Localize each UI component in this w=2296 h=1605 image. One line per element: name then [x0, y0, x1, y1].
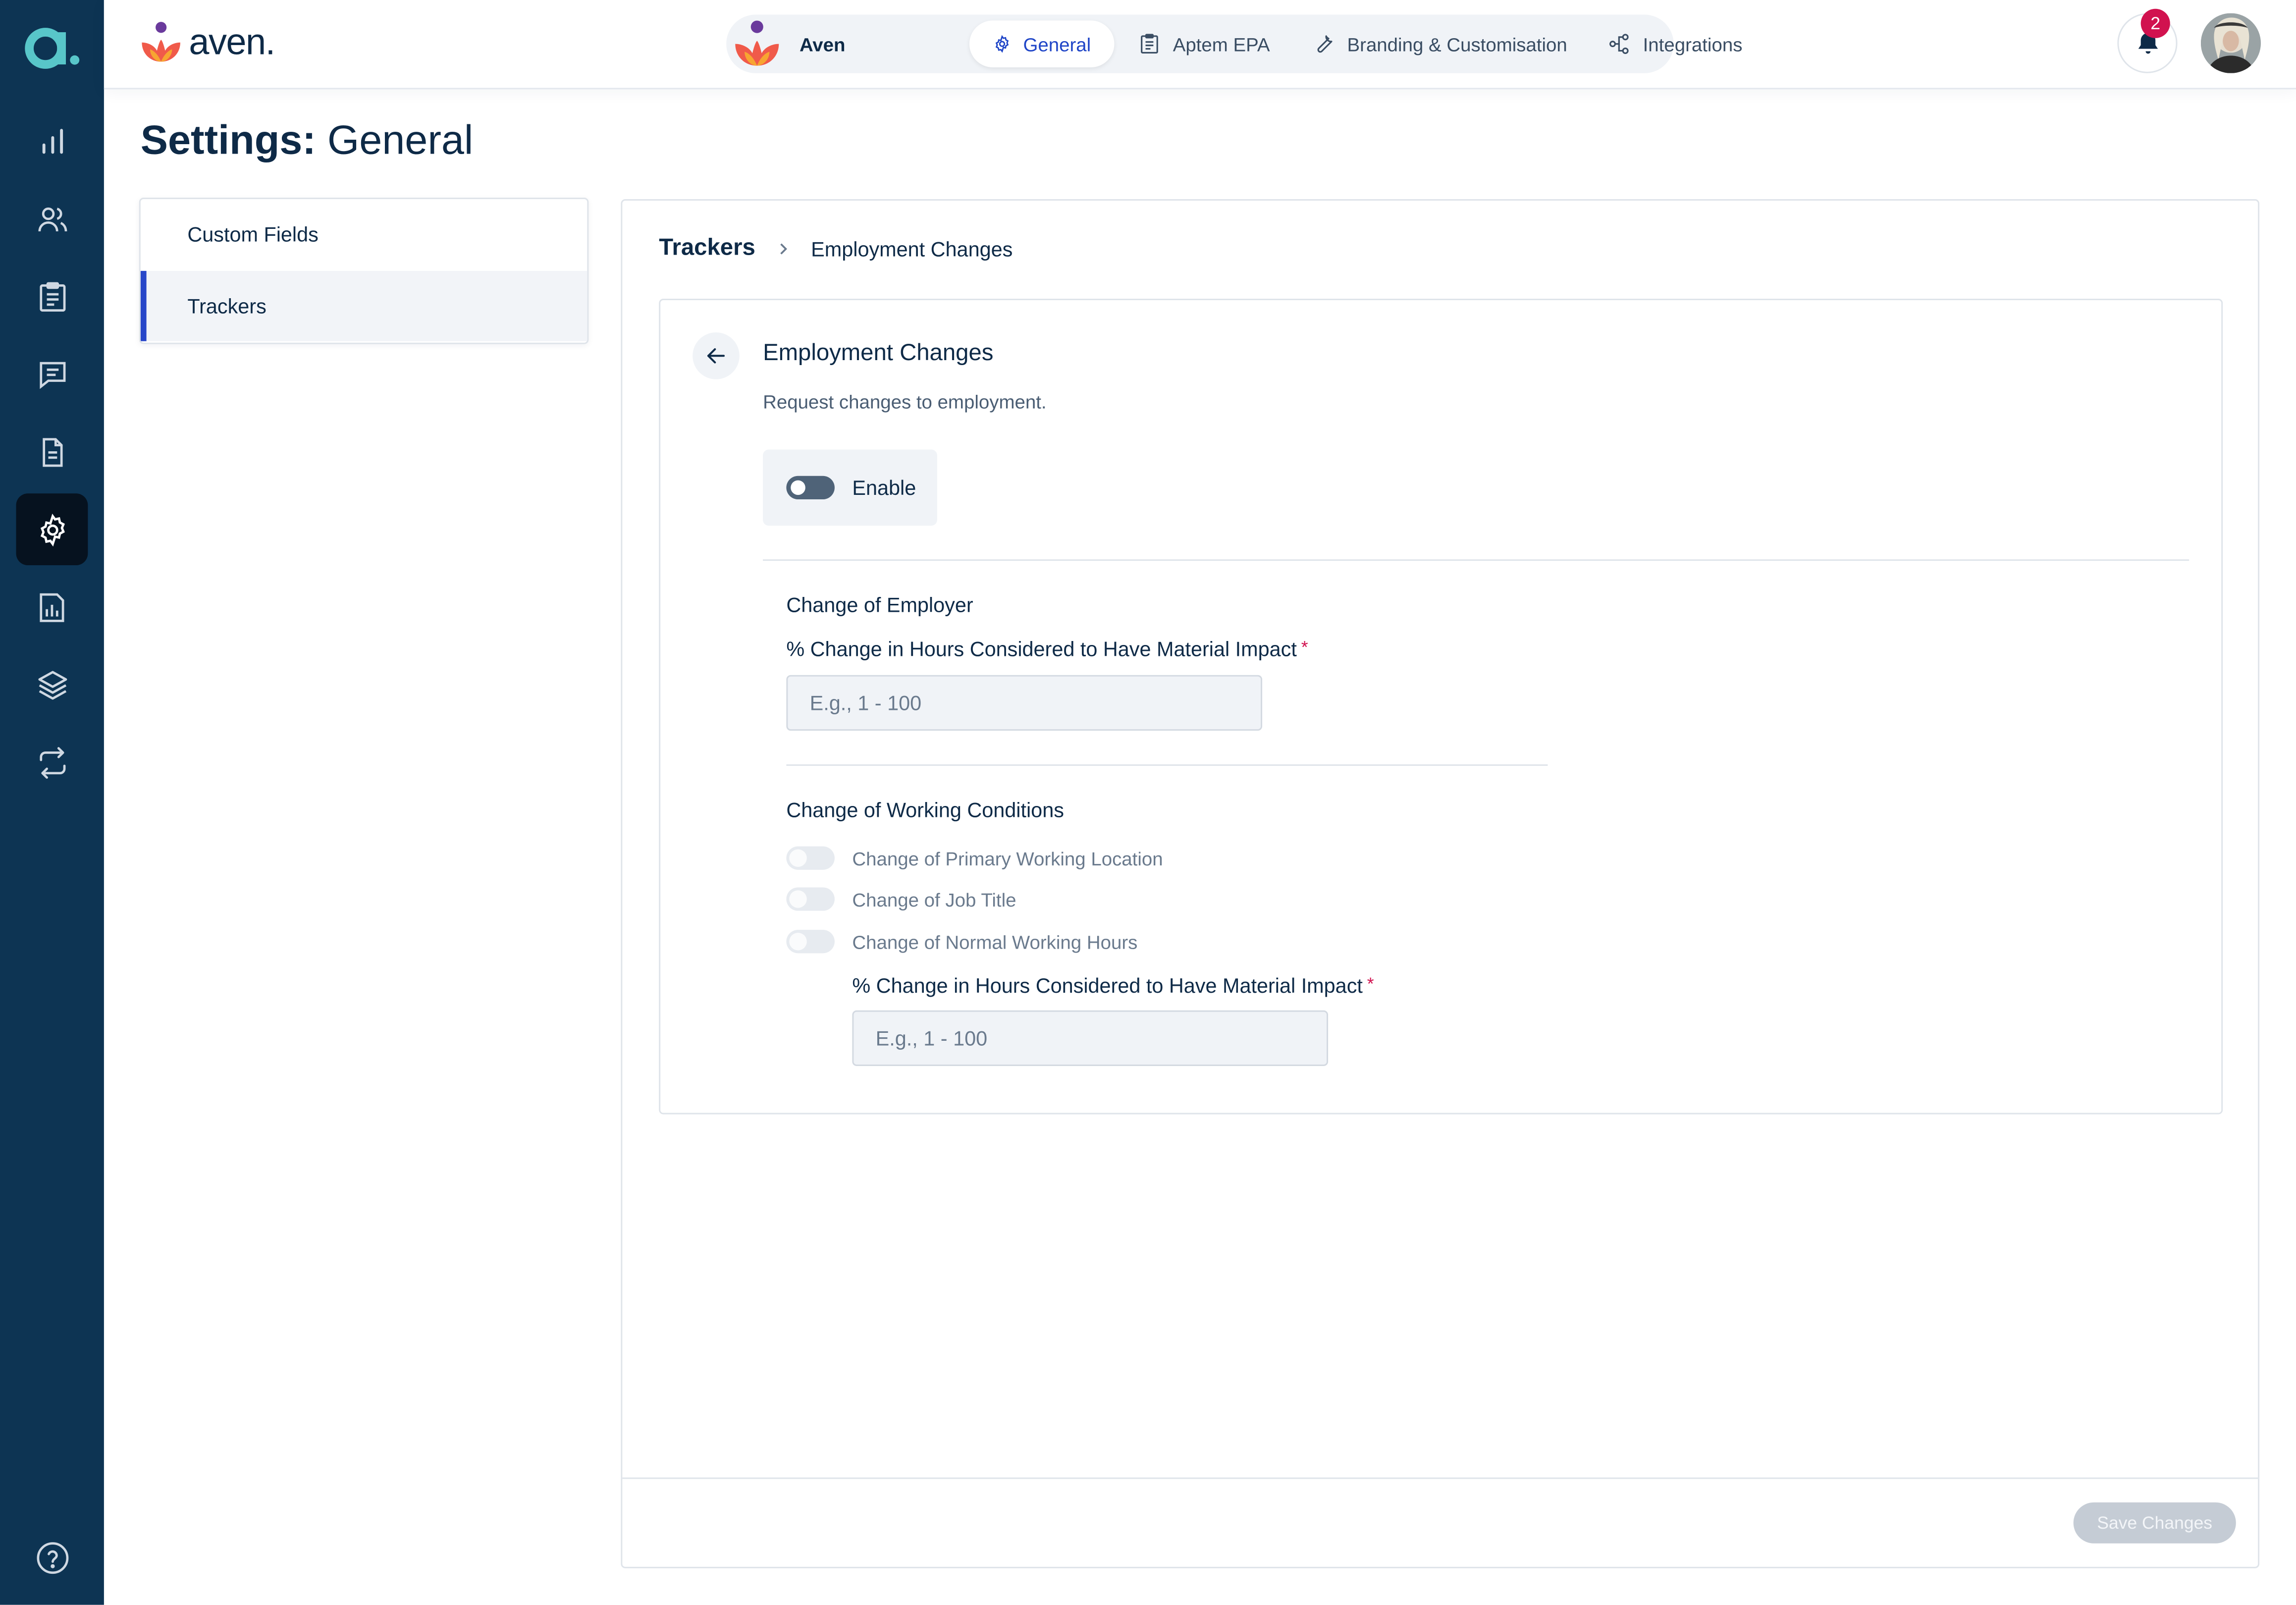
conditions-hours-label: % Change in Hours Considered to Have Mat…: [852, 974, 1374, 997]
footer-divider: [622, 1477, 2258, 1479]
integrations-icon: [1609, 34, 1629, 54]
top-bar: aven. Aven General Aptem EPA Branding & …: [104, 0, 2296, 90]
app-logo[interactable]: [23, 17, 82, 76]
help-button[interactable]: [16, 1521, 88, 1593]
sidebar-item-settings[interactable]: [16, 493, 88, 566]
job-title-toggle[interactable]: [786, 887, 835, 911]
sidebar-item-reports[interactable]: [16, 571, 88, 643]
sidebar-item-analytics[interactable]: [16, 106, 88, 177]
org-label: Aven: [799, 33, 846, 55]
tab-general[interactable]: General: [969, 20, 1115, 67]
tab-aptem-epa[interactable]: Aptem EPA: [1115, 20, 1293, 67]
breadcrumb-parent-link[interactable]: Trackers: [659, 236, 755, 262]
tab-branding-label: Branding & Customisation: [1347, 33, 1567, 55]
option-label: Change of Primary Working Location: [852, 847, 1163, 869]
save-changes-button[interactable]: Save Changes: [2073, 1502, 2236, 1544]
arrow-left-icon: [707, 348, 725, 364]
gear-icon: [40, 513, 64, 546]
breadcrumb: Trackers Employment Changes: [659, 236, 1013, 262]
required-mark: *: [1301, 637, 1308, 658]
tab-integrations[interactable]: Integrations: [1584, 20, 1765, 67]
tracker-description: Request changes to employment.: [763, 391, 1047, 413]
required-mark: *: [1367, 973, 1374, 995]
subnav-item-custom-fields[interactable]: Custom Fields: [141, 199, 587, 269]
brand-logo[interactable]: aven.: [139, 19, 275, 66]
working-hours-toggle[interactable]: [786, 930, 835, 954]
tab-aptem-epa-label: Aptem EPA: [1173, 33, 1270, 55]
employer-section-title: Change of Employer: [786, 593, 973, 617]
sidebar-item-tasks[interactable]: [16, 261, 88, 332]
user-avatar[interactable]: [2200, 13, 2261, 73]
conditions-hours-label-text: % Change in Hours Considered to Have Mat…: [852, 973, 1363, 998]
conditions-hours-input[interactable]: [852, 1010, 1329, 1066]
clipboard-icon: [1141, 34, 1158, 54]
brand-name: aven.: [189, 21, 275, 62]
tracker-panel: Trackers Employment Changes Employment C…: [621, 199, 2260, 1568]
enable-toggle[interactable]: [786, 476, 835, 499]
employer-hours-input[interactable]: [786, 675, 1263, 731]
page-title: Settings: General: [141, 117, 474, 164]
tracker-title: Employment Changes: [763, 341, 994, 366]
sidebar-item-messages[interactable]: [16, 338, 88, 410]
tab-general-label: General: [1023, 33, 1091, 55]
tab-integrations-label: Integrations: [1643, 33, 1743, 55]
sidebar-item-layers[interactable]: [16, 649, 88, 721]
breadcrumb-current: Employment Changes: [811, 237, 1013, 261]
app-logo-icon: [25, 28, 80, 69]
enable-toggle-container: Enable: [763, 449, 937, 526]
page-title-bold: Settings:: [140, 117, 316, 163]
users-icon: [37, 207, 66, 231]
lotus-logo-icon: [142, 22, 180, 62]
option-job-title: Change of Job Title: [786, 887, 1016, 911]
sidebar-item-sync[interactable]: [16, 726, 88, 798]
option-label: Change of Job Title: [852, 888, 1016, 910]
conditions-section-title: Change of Working Conditions: [786, 798, 1064, 822]
settings-subnav: Custom Fields Trackers: [139, 198, 589, 344]
section-divider: [763, 559, 2189, 561]
back-button[interactable]: [693, 332, 740, 379]
sidebar-item-users[interactable]: [16, 183, 88, 255]
chat-icon: [39, 361, 65, 388]
left-sidebar: [0, 0, 104, 1605]
org-logo-icon: [735, 20, 779, 66]
section-divider: [786, 764, 1548, 766]
primary-location-toggle[interactable]: [786, 846, 835, 870]
org-selector[interactable]: Aven: [732, 17, 846, 70]
sync-icon: [39, 746, 65, 778]
employer-hours-label-text: % Change in Hours Considered to Have Mat…: [786, 637, 1297, 661]
option-normal-working-hours: Change of Normal Working Hours: [786, 930, 1138, 954]
option-primary-working-location: Change of Primary Working Location: [786, 846, 1163, 870]
settings-tab-bar: Aven General Aptem EPA Branding & Custom…: [726, 14, 1742, 73]
report-icon: [39, 592, 63, 622]
enable-label: Enable: [852, 476, 916, 499]
help-icon: [36, 1541, 68, 1573]
tab-branding[interactable]: Branding & Customisation: [1288, 20, 1591, 67]
wrench-icon: [1317, 35, 1333, 53]
subnav-item-label: Trackers: [187, 294, 267, 318]
gear-icon: [995, 35, 1009, 53]
option-label: Change of Normal Working Hours: [852, 930, 1138, 953]
subnav-item-trackers[interactable]: Trackers: [140, 270, 587, 341]
document-icon: [42, 437, 62, 466]
avatar-image: [2200, 13, 2261, 73]
notification-badge: 2: [2140, 8, 2170, 38]
sidebar-item-documents[interactable]: [16, 416, 88, 488]
employer-hours-label: % Change in Hours Considered to Have Mat…: [786, 637, 1308, 660]
clipboard-icon: [39, 281, 65, 311]
page-title-rest: General: [327, 117, 474, 163]
chevron-right-icon: [780, 243, 787, 255]
subnav-item-label: Custom Fields: [187, 222, 319, 246]
bar-chart-icon: [42, 128, 62, 153]
layers-icon: [37, 670, 66, 699]
tracker-card: Employment Changes Request changes to em…: [659, 299, 2223, 1115]
